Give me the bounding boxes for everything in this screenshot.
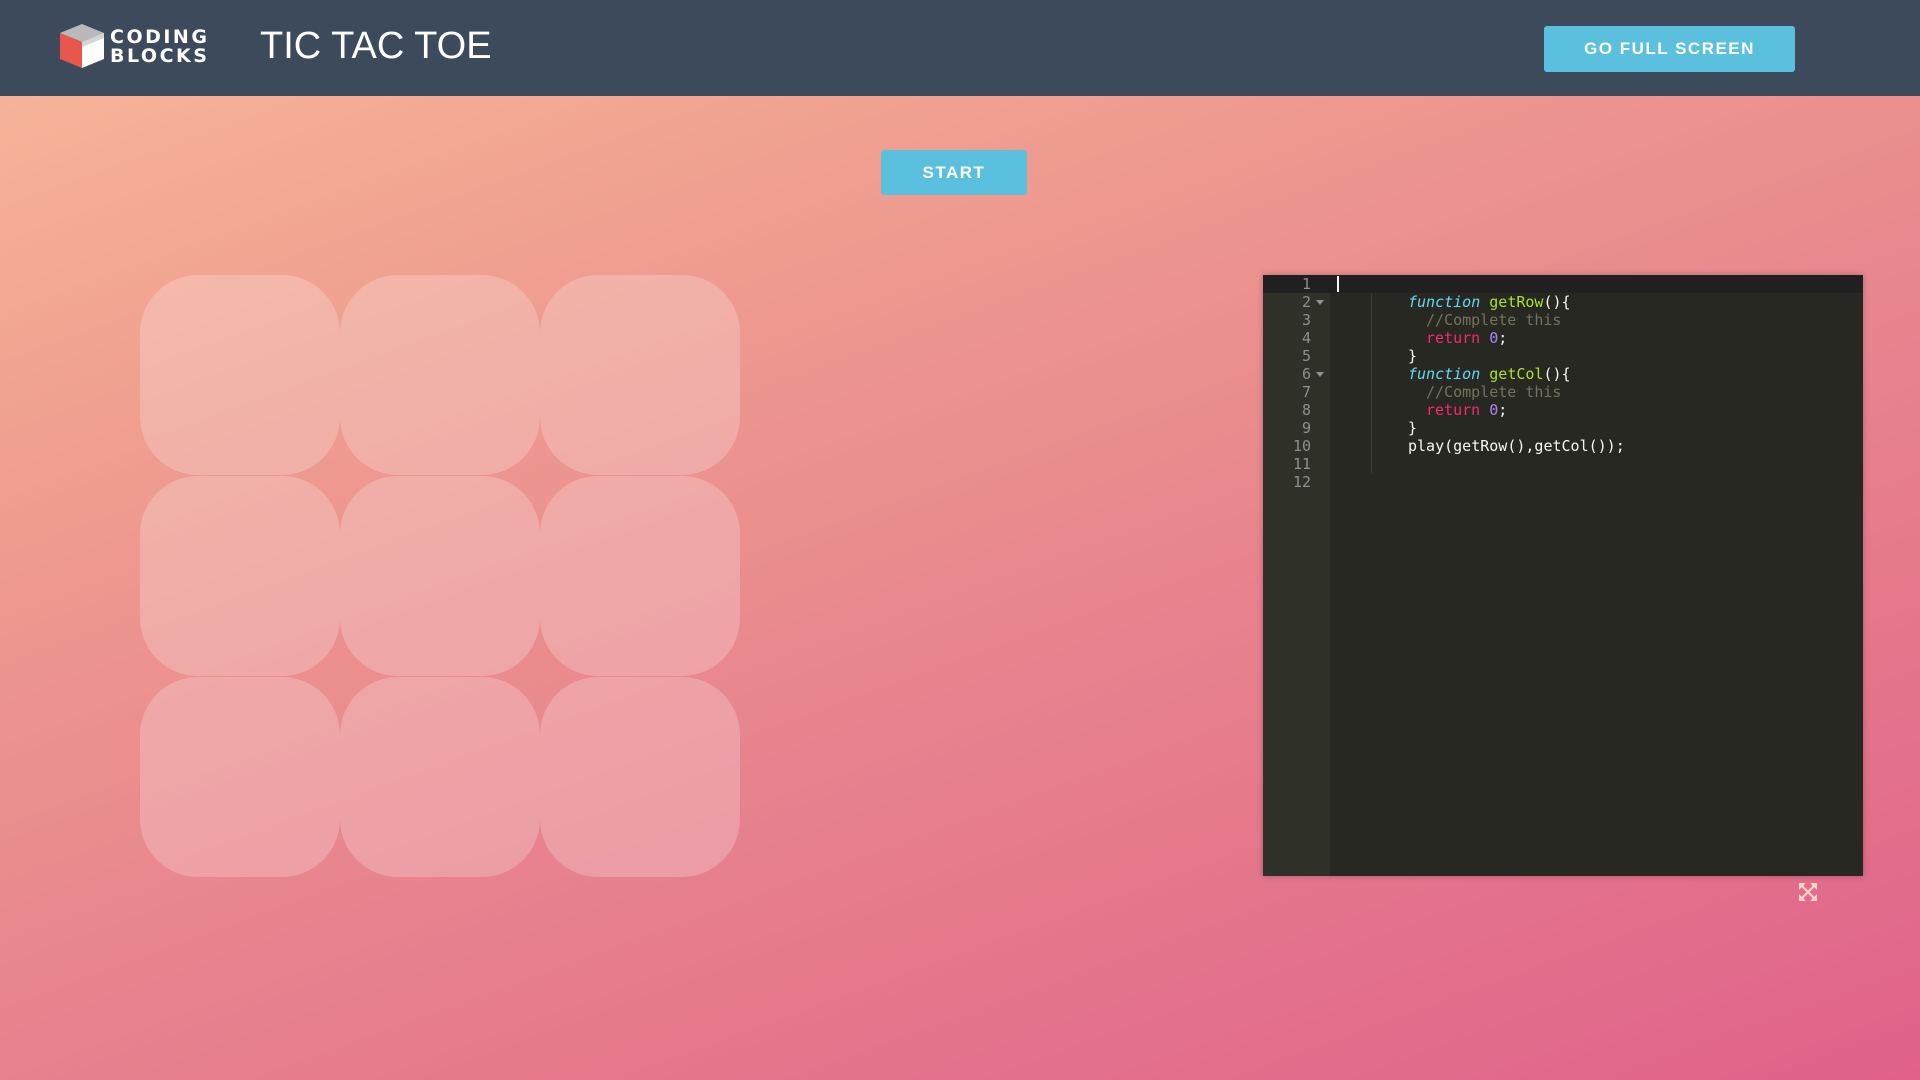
number-literal: 0	[1489, 329, 1499, 347]
line-number: 5	[1301, 347, 1311, 365]
number-literal: 0	[1489, 401, 1499, 419]
tic-tac-toe-board	[140, 275, 742, 877]
fold-arrow-icon[interactable]	[1316, 372, 1324, 377]
board-cell-2-1[interactable]	[340, 677, 540, 877]
logo-text-blocks: BLOCKS	[110, 45, 210, 67]
board-cell-2-2[interactable]	[540, 677, 740, 877]
code-line-2: function getRow(){	[1408, 293, 1571, 311]
code-editor[interactable]: 1 2 3 4 5 6 7 8 9 10 11 12 function getR…	[1263, 275, 1863, 876]
board-cell-1-0[interactable]	[140, 476, 340, 676]
code-line-9: }	[1408, 419, 1418, 437]
line-number: 10	[1292, 437, 1311, 455]
board-cell-0-2[interactable]	[540, 275, 740, 475]
text-cursor	[1337, 276, 1339, 292]
line-number: 9	[1301, 419, 1311, 437]
function-name: getRow	[1489, 293, 1544, 311]
code-line-5: }	[1408, 347, 1418, 365]
line-number: 6	[1301, 365, 1311, 383]
line-number: 11	[1292, 455, 1311, 473]
line-number: 2	[1301, 293, 1311, 311]
keyword-return: return	[1426, 401, 1481, 419]
line-number: 12	[1292, 473, 1311, 491]
code-line-4: return 0;	[1426, 329, 1508, 347]
logo-wordmark: CODING BLOCKS	[110, 28, 209, 66]
keyword-return: return	[1426, 329, 1481, 347]
indent-guide	[1371, 293, 1372, 473]
line-number: 4	[1301, 329, 1311, 347]
code-line-3: //Complete this	[1426, 311, 1562, 329]
active-line-highlight	[1263, 275, 1863, 293]
coding-blocks-logo[interactable]: CODING BLOCKS	[58, 22, 208, 72]
line-number: 1	[1301, 275, 1311, 293]
page-title: TIC TAC TOE	[260, 25, 492, 67]
code-line-6: function getCol(){	[1408, 365, 1571, 383]
code-line-10: play(getRow(),getCol());	[1408, 437, 1625, 455]
board-cell-1-2[interactable]	[540, 476, 740, 676]
go-full-screen-button[interactable]: GO FULL SCREEN	[1544, 26, 1795, 72]
fold-arrow-icon[interactable]	[1316, 300, 1324, 305]
board-cell-1-1[interactable]	[340, 476, 540, 676]
keyword-function: function	[1408, 365, 1481, 383]
line-number: 3	[1301, 311, 1311, 329]
line-number: 7	[1301, 383, 1311, 401]
start-button[interactable]: START	[881, 150, 1027, 195]
board-cell-0-1[interactable]	[340, 275, 540, 475]
function-name: getCol	[1489, 365, 1544, 383]
line-number: 8	[1301, 401, 1311, 419]
board-cell-0-0[interactable]	[140, 275, 340, 475]
code-line-8: return 0;	[1426, 401, 1508, 419]
code-line-7: //Complete this	[1426, 383, 1562, 401]
keyword-function: function	[1408, 293, 1481, 311]
board-cell-2-0[interactable]	[140, 677, 340, 877]
cube-logo-icon	[60, 24, 104, 68]
top-bar: CODING BLOCKS TIC TAC TOE GO FULL SCREEN	[0, 0, 1920, 96]
expand-icon[interactable]	[1798, 882, 1818, 902]
